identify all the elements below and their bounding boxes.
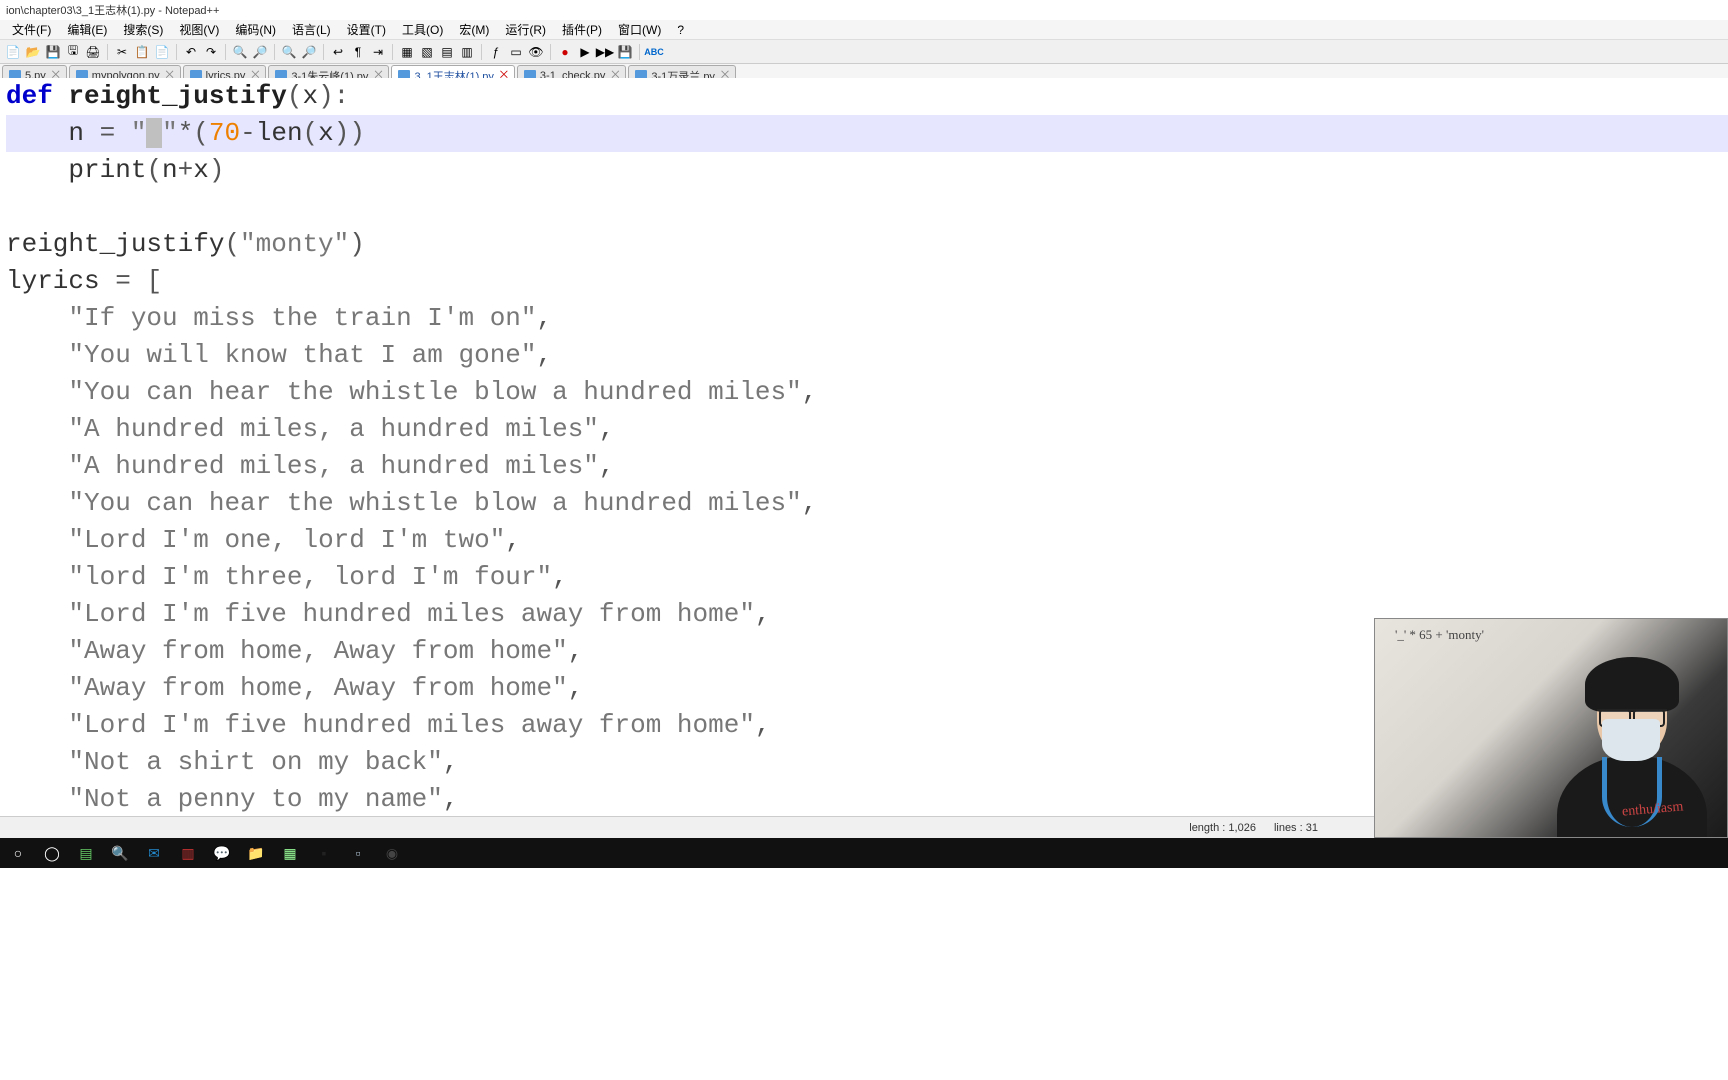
new-file-icon[interactable]: 📄	[5, 44, 21, 60]
menu-item[interactable]: 设置(T)	[339, 19, 394, 40]
copy-icon[interactable]: 📋	[134, 44, 150, 60]
whiteboard-text: '_' * 65 + 'monty'	[1395, 627, 1484, 643]
fold-icon[interactable]: ▦	[399, 44, 415, 60]
redo-icon[interactable]: ↷	[203, 44, 219, 60]
window-title: ion\chapter03\3_1王志林(1).py - Notepad++	[6, 2, 219, 18]
code-line[interactable]: n = " "*(70-len(x))	[6, 115, 1728, 152]
zoom-in-icon[interactable]: 🔍	[281, 44, 297, 60]
taskbar-circle-icon[interactable]: ○	[6, 841, 30, 865]
save-macro-icon[interactable]: 💾	[617, 44, 633, 60]
separator	[392, 44, 393, 60]
show-all-chars-icon[interactable]: ¶	[350, 44, 366, 60]
separator	[550, 44, 551, 60]
code-line[interactable]: reight_justify("monty")	[6, 226, 1728, 263]
separator	[274, 44, 275, 60]
save-icon[interactable]: 💾	[45, 44, 61, 60]
taskbar-wechat-icon[interactable]: 💬	[210, 841, 234, 865]
code-line[interactable]: "lord I'm three, lord I'm four",	[6, 559, 1728, 596]
menu-item[interactable]: 窗口(W)	[610, 19, 669, 40]
taskbar-note-icon[interactable]: ▥	[176, 841, 200, 865]
code-line[interactable]: "A hundred miles, a hundred miles",	[6, 411, 1728, 448]
uncomment-icon[interactable]: ▥	[459, 44, 475, 60]
doc-map-icon[interactable]: ▭	[508, 44, 524, 60]
code-line[interactable]: "You can hear the whistle blow a hundred…	[6, 485, 1728, 522]
taskbar-npp-icon[interactable]: ▦	[278, 841, 302, 865]
code-line[interactable]: "Lord I'm one, lord I'm two",	[6, 522, 1728, 559]
find-icon[interactable]: 🔍	[232, 44, 248, 60]
menu-item[interactable]: 语言(L)	[284, 19, 339, 40]
menu-item[interactable]: 编辑(E)	[59, 19, 115, 40]
menu-item[interactable]: ?	[669, 21, 692, 39]
indent-guide-icon[interactable]: ⇥	[370, 44, 386, 60]
menu-item[interactable]: 插件(P)	[554, 19, 610, 40]
replace-icon[interactable]: 🔎	[252, 44, 268, 60]
taskbar-chrome-icon[interactable]: ◯	[40, 841, 64, 865]
taskbar-search-icon[interactable]: 🔍	[108, 841, 132, 865]
taskbar-outlook-icon[interactable]: ✉	[142, 841, 166, 865]
code-line[interactable]: lyrics = [	[6, 263, 1728, 300]
separator	[225, 44, 226, 60]
record-macro-icon[interactable]: ●	[557, 44, 573, 60]
save-all-icon[interactable]: 🖫	[65, 44, 81, 60]
status-length: length : 1,026	[1189, 822, 1256, 834]
unfold-icon[interactable]: ▧	[419, 44, 435, 60]
wrap-icon[interactable]: ↩	[330, 44, 346, 60]
taskbar-files-icon[interactable]: ▤	[74, 841, 98, 865]
window-titlebar: ion\chapter03\3_1王志林(1).py - Notepad++	[0, 0, 1728, 20]
separator	[481, 44, 482, 60]
separator	[176, 44, 177, 60]
function-list-icon[interactable]: ƒ	[488, 44, 504, 60]
comment-icon[interactable]: ▤	[439, 44, 455, 60]
cut-icon[interactable]: ✂	[114, 44, 130, 60]
separator	[323, 44, 324, 60]
code-line[interactable]: print(n+x)	[6, 152, 1728, 189]
taskbar-obs-icon[interactable]: ◉	[380, 841, 404, 865]
code-line[interactable]: def reight_justify(x):	[6, 78, 1728, 115]
code-line[interactable]: "You can hear the whistle blow a hundred…	[6, 374, 1728, 411]
run-macro-icon[interactable]: ▶▶	[597, 44, 613, 60]
menu-item[interactable]: 宏(M)	[451, 19, 497, 40]
print-icon[interactable]: 🖨	[85, 44, 101, 60]
spellcheck-icon[interactable]: ABC	[646, 44, 662, 60]
eye-icon[interactable]: 👁	[528, 44, 544, 60]
menu-item[interactable]: 文件(F)	[4, 19, 59, 40]
paste-icon[interactable]: 📄	[154, 44, 170, 60]
taskbar-vbox-icon[interactable]: ▫	[346, 841, 370, 865]
menu-item[interactable]: 编码(N)	[227, 19, 284, 40]
code-line[interactable]: "If you miss the train I'm on",	[6, 300, 1728, 337]
webcam-overlay: '_' * 65 + 'monty' enthu/iasm	[1374, 618, 1728, 838]
person-figure: enthu/iasm	[1547, 647, 1717, 838]
code-line[interactable]: "You will know that I am gone",	[6, 337, 1728, 374]
separator	[639, 44, 640, 60]
menu-item[interactable]: 搜索(S)	[115, 19, 171, 40]
undo-icon[interactable]: ↶	[183, 44, 199, 60]
menu-item[interactable]: 运行(R)	[497, 19, 554, 40]
code-line[interactable]: "A hundred miles, a hundred miles",	[6, 448, 1728, 485]
menu-item[interactable]: 工具(O)	[394, 19, 451, 40]
play-macro-icon[interactable]: ▶	[577, 44, 593, 60]
code-line[interactable]	[6, 189, 1728, 226]
menubar: 文件(F)编辑(E)搜索(S)视图(V)编码(N)语言(L)设置(T)工具(O)…	[0, 20, 1728, 40]
menu-item[interactable]: 视图(V)	[171, 19, 227, 40]
os-taskbar: ○ ◯ ▤ 🔍 ✉ ▥ 💬 📁 ▦ ▪ ▫ ◉	[0, 838, 1728, 868]
status-lines: lines : 31	[1274, 822, 1318, 834]
zoom-out-icon[interactable]: 🔎	[301, 44, 317, 60]
taskbar-folder-icon[interactable]: 📁	[244, 841, 268, 865]
toolbar: 📄 📂 💾 🖫 🖨 ✂ 📋 📄 ↶ ↷ 🔍 🔎 🔍 🔎 ↩ ¶ ⇥ ▦ ▧ ▤ …	[0, 40, 1728, 64]
taskbar-cmd-icon[interactable]: ▪	[312, 841, 336, 865]
open-file-icon[interactable]: 📂	[25, 44, 41, 60]
separator	[107, 44, 108, 60]
